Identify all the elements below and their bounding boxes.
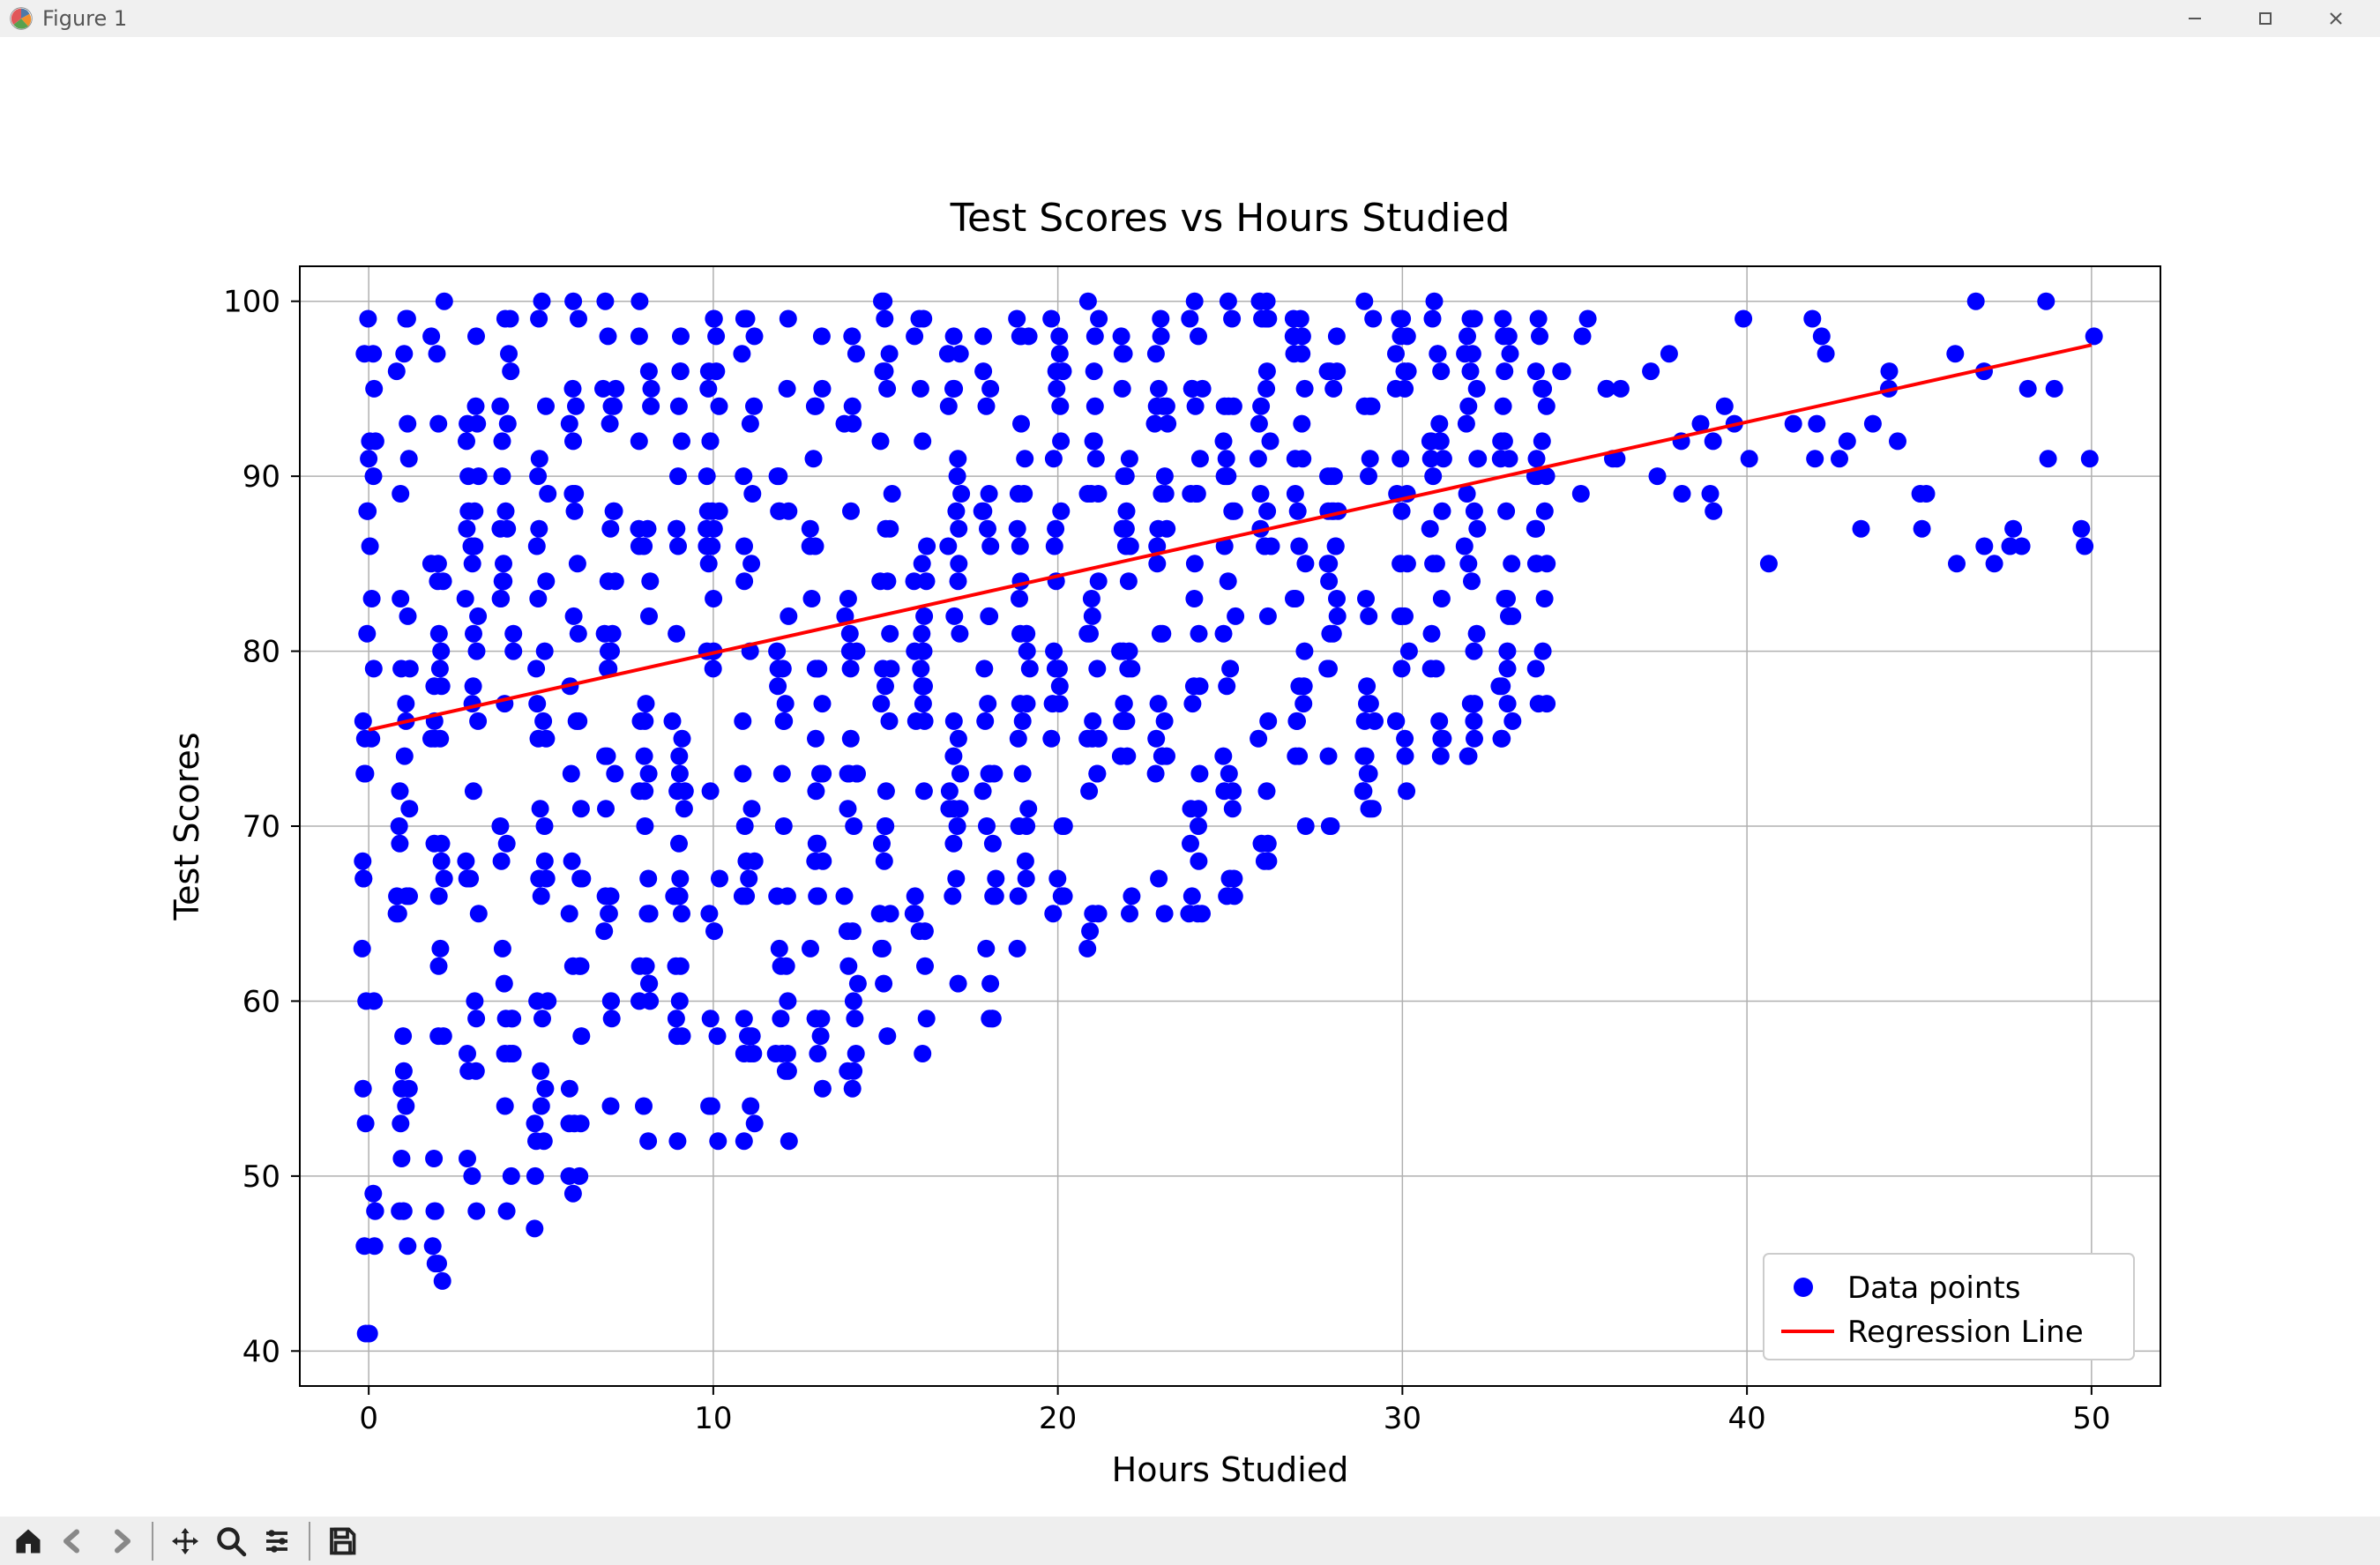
legend-label-0: Data points <box>1847 1271 2020 1306</box>
mpl-toolbar <box>0 1517 2380 1565</box>
toolbar-zoom-button[interactable] <box>212 1522 250 1561</box>
svg-text:40: 40 <box>1727 1401 1765 1436</box>
svg-text:80: 80 <box>242 635 280 670</box>
svg-text:30: 30 <box>1384 1401 1421 1436</box>
svg-text:0: 0 <box>359 1401 378 1436</box>
svg-text:100: 100 <box>223 285 280 320</box>
svg-text:40: 40 <box>242 1334 280 1369</box>
svg-text:50: 50 <box>242 1159 280 1195</box>
chart-svg: 0 10 20 30 40 50 40 50 60 70 80 90 100 Hours Studied T… <box>0 37 2380 1517</box>
matplotlib-icon <box>9 6 34 31</box>
legend-label-1: Regression Line <box>1847 1315 2084 1350</box>
svg-text:70: 70 <box>242 809 280 845</box>
titlebar: Figure 1 <box>0 0 2380 37</box>
svg-text:90: 90 <box>242 459 280 495</box>
toolbar-separator <box>309 1522 310 1561</box>
svg-text:Test Scores vs Hours Studied: Test Scores vs Hours Studied <box>950 196 1511 241</box>
toolbar-forward-button[interactable] <box>101 1522 139 1561</box>
svg-text:20: 20 <box>1039 1401 1077 1436</box>
toolbar-back-button[interactable] <box>55 1522 93 1561</box>
toolbar-configure-button[interactable] <box>257 1522 296 1561</box>
minimize-button[interactable] <box>2160 0 2230 37</box>
svg-text:10: 10 <box>694 1401 732 1436</box>
svg-text:Hours Studied: Hours Studied <box>1112 1450 1349 1489</box>
toolbar-pan-button[interactable] <box>166 1522 205 1561</box>
figure-canvas[interactable]: 0 10 20 30 40 50 40 50 60 70 80 90 100 Hours Studied T… <box>0 37 2380 1517</box>
toolbar-save-button[interactable] <box>323 1522 362 1561</box>
svg-text:60: 60 <box>242 984 280 1019</box>
window-title: Figure 1 <box>42 6 127 31</box>
app-window: Figure 1 0 10 20 30 40 50 40 50 60 70 80 90 100 Hours… <box>0 0 2380 1565</box>
toolbar-home-button[interactable] <box>9 1522 48 1561</box>
close-button[interactable] <box>2301 0 2371 37</box>
svg-text:50: 50 <box>2072 1401 2110 1436</box>
svg-text:Test Scores: Test Scores <box>168 732 206 920</box>
toolbar-separator <box>152 1522 153 1561</box>
maximize-button[interactable] <box>2230 0 2301 37</box>
